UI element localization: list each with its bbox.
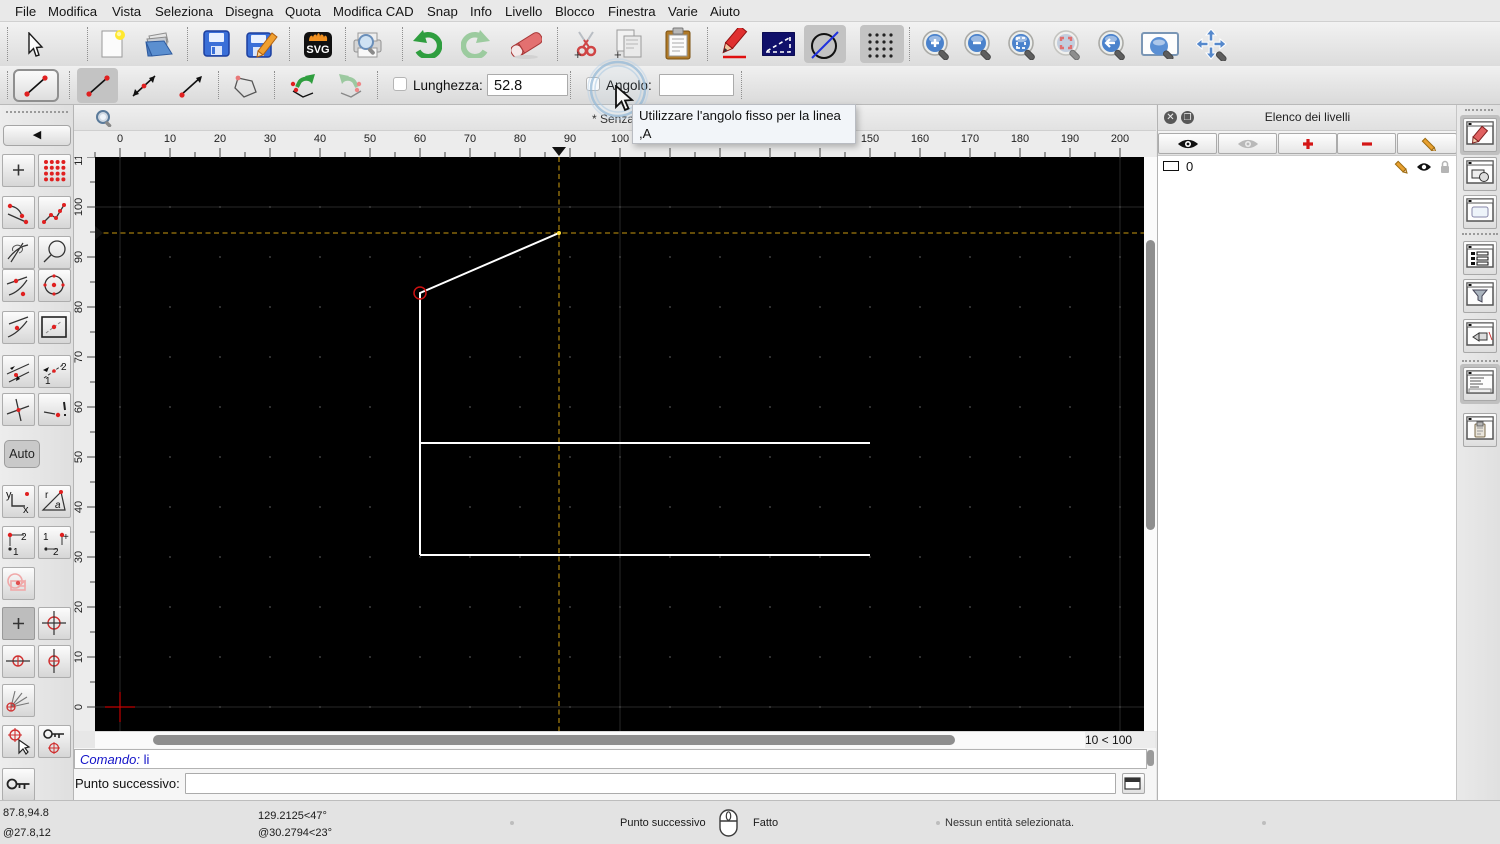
svg-text:20: 20 (214, 133, 226, 145)
svg-text:0: 0 (117, 133, 123, 145)
svg-text:a: a (55, 500, 61, 511)
svg-text:90: 90 (74, 251, 85, 263)
svg-text:10: 10 (74, 651, 85, 663)
svg-text:90: 90 (564, 133, 576, 145)
svg-text:+: + (63, 532, 69, 543)
svg-text:40: 40 (314, 133, 326, 145)
svg-text:70: 70 (464, 133, 476, 145)
svg-text:30: 30 (74, 551, 85, 563)
svg-text:r: r (45, 490, 49, 501)
svg-text:y: y (6, 489, 12, 501)
svg-text:1: 1 (13, 547, 19, 558)
svg-text:50: 50 (74, 451, 85, 463)
svg-text:30: 30 (264, 133, 276, 145)
svg-text:50: 50 (364, 133, 376, 145)
svg-text:200: 200 (1111, 133, 1129, 145)
svg-text:2: 2 (61, 362, 67, 373)
svg-text:80: 80 (74, 301, 85, 313)
svg-text:+: + (574, 47, 582, 60)
svg-text:100: 100 (74, 198, 85, 216)
svg-text:170: 170 (961, 133, 979, 145)
svg-text:100: 100 (611, 133, 629, 145)
svg-text:160: 160 (911, 133, 929, 145)
svg-text:2: 2 (21, 532, 27, 543)
svg-text:180: 180 (1011, 133, 1029, 145)
svg-text:150: 150 (861, 133, 879, 145)
svg-text:1: 1 (43, 532, 49, 543)
svg-text:60: 60 (414, 133, 426, 145)
svg-text:1: 1 (45, 376, 51, 387)
svg-text:110: 110 (74, 157, 85, 166)
svg-text:20: 20 (74, 601, 85, 613)
svg-text:60: 60 (74, 401, 85, 413)
svg-text:40: 40 (74, 501, 85, 513)
svg-text:10: 10 (164, 133, 176, 145)
svg-text:80: 80 (514, 133, 526, 145)
svg-text:0: 0 (74, 704, 85, 710)
svg-text:70: 70 (74, 351, 85, 363)
svg-text:190: 190 (1061, 133, 1079, 145)
svg-text:SVG: SVG (306, 44, 329, 56)
